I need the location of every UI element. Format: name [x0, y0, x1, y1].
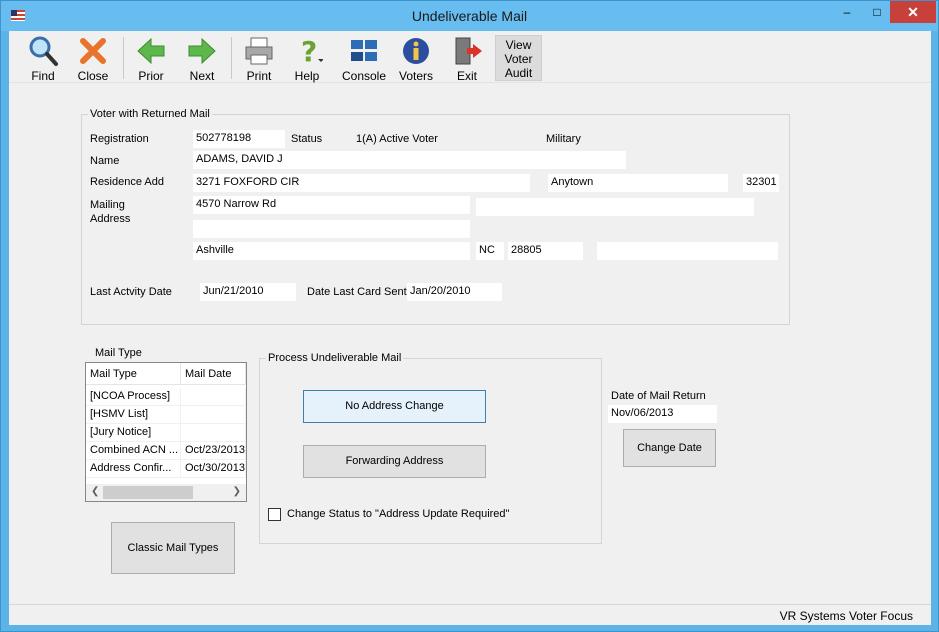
minimize-button[interactable]: –: [833, 1, 861, 23]
next-button[interactable]: Next: [182, 33, 222, 83]
mailing-label-line1: Mailing: [90, 199, 125, 211]
list-item[interactable]: [HSMV List]: [86, 406, 181, 424]
name-field[interactable]: ADAMS, DAVID J: [193, 151, 626, 169]
list-item[interactable]: Address Confir...: [86, 460, 181, 478]
help-button[interactable]: ? Help: [287, 33, 327, 83]
list-item-date[interactable]: Oct/30/2013: [181, 460, 246, 478]
status-value: 1(A) Active Voter: [356, 133, 438, 145]
list-item-date[interactable]: [181, 424, 246, 442]
status-bar: VR Systems Voter Focus: [9, 604, 931, 625]
mailing-line2-field[interactable]: [476, 198, 754, 216]
mailing-line1-field[interactable]: 4570 Narrow Rd: [193, 196, 470, 214]
mailing-extra-field[interactable]: [597, 242, 778, 260]
scrollbar-thumb[interactable]: [103, 486, 193, 499]
toolbar-separator: [123, 37, 124, 79]
voters-button[interactable]: Voters: [396, 33, 436, 83]
mail-return-date-field[interactable]: Nov/06/2013: [608, 405, 717, 423]
svg-text:?: ?: [301, 35, 317, 67]
registration-field[interactable]: 502778198: [193, 130, 285, 148]
mailing-label-line2: Address: [90, 213, 131, 225]
mail-type-title: Mail Type: [95, 347, 142, 359]
last-card-label: Date Last Card Sent: [307, 286, 407, 298]
console-button[interactable]: Console: [339, 33, 389, 83]
help-question-icon: ?: [301, 35, 323, 67]
title-bar[interactable]: Undeliverable Mail – □ ✕: [1, 1, 938, 31]
scroll-left-icon[interactable]: ❮: [91, 486, 99, 497]
residence-zip-field[interactable]: 32301: [743, 174, 779, 192]
toolbar: Find Close Prior Next Print ? Help Conso…: [9, 31, 931, 83]
toolbar-separator: [231, 37, 232, 79]
close-window-button[interactable]: ✕: [890, 1, 936, 23]
print-button[interactable]: Print: [239, 33, 279, 83]
exit-door-icon: [455, 37, 482, 65]
mailing-line3-field[interactable]: [193, 220, 470, 238]
name-label: Name: [90, 155, 120, 167]
close-x-icon: [80, 38, 106, 64]
change-status-label: Change Status to "Address Update Require…: [287, 508, 510, 520]
mailing-state-field[interactable]: NC: [476, 242, 504, 260]
list-item-date[interactable]: [181, 388, 246, 406]
residence-city-field[interactable]: Anytown: [548, 174, 728, 192]
column-header-mail-date[interactable]: Mail Date: [181, 363, 246, 385]
main-window: Undeliverable Mail – □ ✕ Find Close Prio…: [0, 0, 939, 632]
column-header-mail-type[interactable]: Mail Type: [86, 363, 181, 385]
process-group-title: Process Undeliverable Mail: [266, 352, 404, 364]
arrow-right-icon: [188, 37, 216, 65]
classic-mail-types-button[interactable]: Classic Mail Types: [111, 522, 235, 574]
list-item[interactable]: Combined ACN ...: [86, 442, 181, 460]
last-activity-field[interactable]: Jun/21/2010: [200, 283, 296, 301]
find-button[interactable]: Find: [23, 33, 63, 83]
client-area: Find Close Prior Next Print ? Help Conso…: [9, 31, 931, 625]
view-voter-audit-button[interactable]: View Voter Audit: [495, 35, 542, 81]
no-address-change-button[interactable]: No Address Change: [303, 390, 486, 423]
voter-group-title: Voter with Returned Mail: [88, 108, 212, 120]
printer-icon: [245, 37, 273, 65]
arrow-left-icon: [137, 37, 165, 65]
registration-label: Registration: [90, 133, 149, 145]
maximize-button[interactable]: □: [863, 1, 891, 23]
magnifier-icon: [29, 36, 58, 66]
mail-return-label: Date of Mail Return: [611, 390, 706, 402]
prior-button[interactable]: Prior: [131, 33, 171, 83]
status-label: Status: [291, 133, 323, 145]
list-item-date[interactable]: Oct/23/2013: [181, 442, 246, 460]
list-item-date[interactable]: [181, 406, 246, 424]
mailing-city-field[interactable]: Ashville: [193, 242, 470, 260]
close-button[interactable]: Close: [73, 33, 113, 83]
last-card-field[interactable]: Jan/20/2010: [407, 283, 502, 301]
residence-label: Residence Add: [90, 176, 164, 188]
info-icon: [403, 38, 429, 64]
change-status-checkbox[interactable]: [268, 508, 281, 521]
last-activity-label: Last Actvity Date: [90, 286, 172, 298]
forwarding-address-button[interactable]: Forwarding Address: [303, 445, 486, 478]
list-item[interactable]: [Jury Notice]: [86, 424, 181, 442]
horizontal-scrollbar[interactable]: ❮ ❯: [86, 484, 246, 501]
mail-type-list[interactable]: Mail Type Mail Date [NCOA Process] [HSMV…: [85, 362, 247, 502]
scroll-right-icon[interactable]: ❯: [233, 486, 241, 497]
window-title: Undeliverable Mail: [411, 8, 528, 24]
console-grid-icon: [351, 40, 377, 61]
status-text: VR Systems Voter Focus: [779, 609, 913, 623]
residence-street-field[interactable]: 3271 FOXFORD CIR: [193, 174, 530, 192]
list-item[interactable]: [NCOA Process]: [86, 388, 181, 406]
mailing-zip-field[interactable]: 28805: [508, 242, 583, 260]
change-date-button[interactable]: Change Date: [623, 429, 716, 467]
exit-button[interactable]: Exit: [447, 33, 487, 83]
military-label: Military: [546, 133, 581, 145]
